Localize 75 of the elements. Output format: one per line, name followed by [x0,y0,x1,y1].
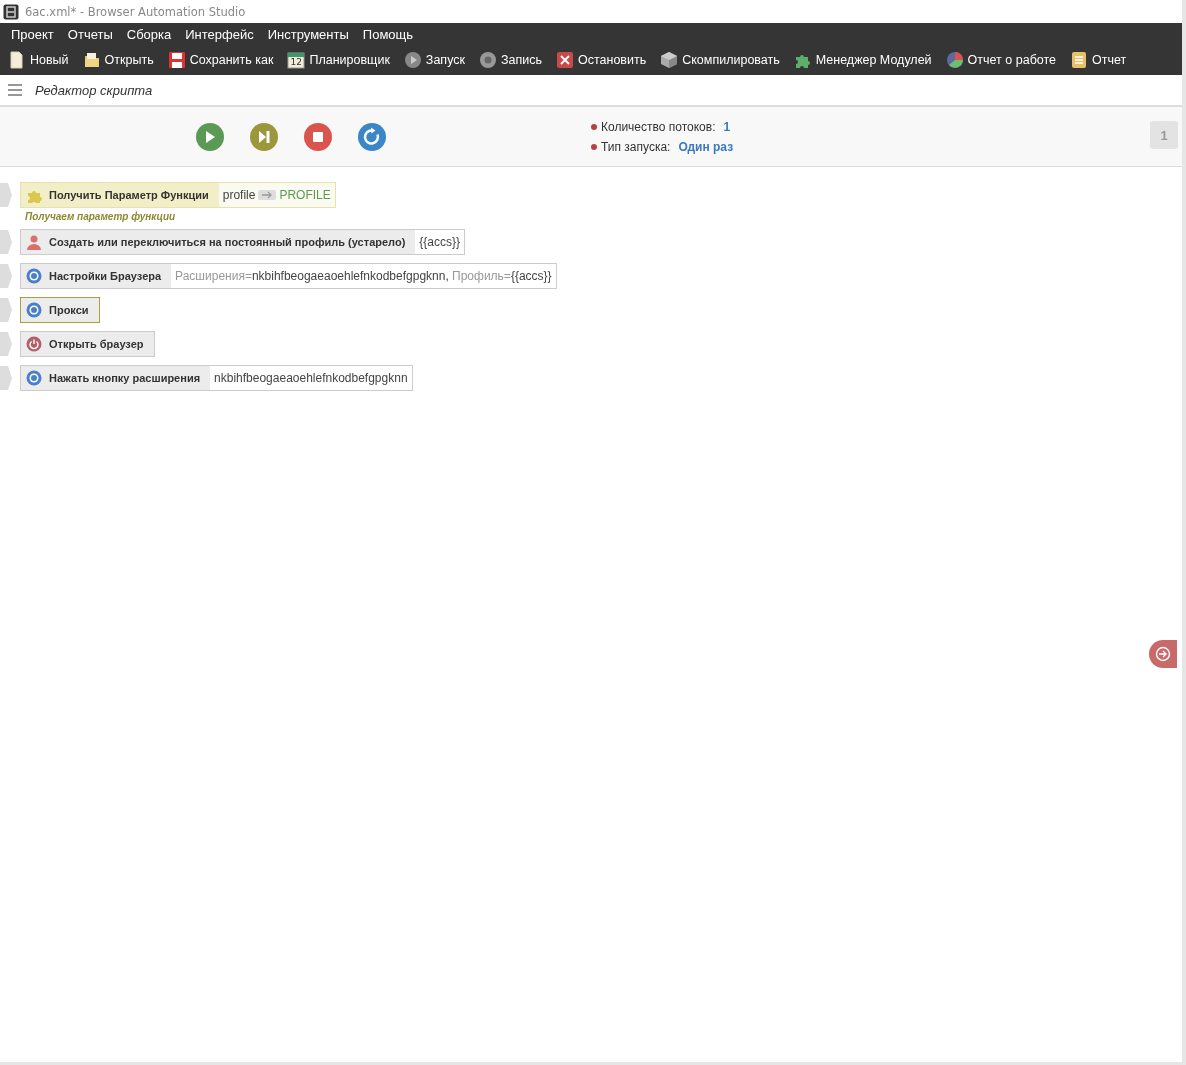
output-variable: PROFILE [279,188,331,202]
toolbar-button[interactable]: Отчет о работе [967,53,1056,67]
menu-item[interactable]: Интерфейс [178,26,261,42]
info-value[interactable]: Один раз [678,139,734,154]
action-block[interactable]: Создать или переключиться на постоянный профиль (устарело) {{accs}} [20,229,466,255]
cube-icon[interactable] [660,51,679,69]
folder-icon[interactable] [82,51,101,69]
info-value[interactable]: 1 [723,119,731,134]
toolbar-button[interactable]: Открыть [104,53,154,67]
drag-handle[interactable] [0,230,12,254]
action-name: Получить Параметр Функции [49,189,209,201]
restart-button[interactable] [358,122,386,151]
param-value: nkbihfbeogaeaoehlefnkodbefgpgknn [214,371,408,385]
play-icon[interactable] [403,51,422,69]
login-button[interactable] [1149,640,1177,668]
action-block[interactable]: Открыть браузер [20,331,155,357]
calendar-icon[interactable]: 12 [287,51,306,69]
toolbar-button[interactable]: Скомпилировать [682,53,780,67]
action-name: Создать или переключиться на постоянный профиль (устарело) [49,236,406,248]
circle-icon [26,268,42,284]
action-name: Открыть браузер [49,338,144,350]
menu-item[interactable]: Помощь [355,26,421,42]
action-block[interactable]: Прокси [20,297,100,323]
stop-button[interactable] [304,122,332,151]
toolbar-button[interactable]: Остановить [578,53,647,67]
power-icon [26,336,42,352]
info-label: Тип запуска: [601,139,671,154]
toolbar-button[interactable]: Менеджер Модулей [815,53,932,67]
toolbar-button[interactable]: Запуск [425,53,465,67]
action-block[interactable]: Получить Параметр Функции profile PROFILE [20,182,336,208]
drag-handle[interactable] [0,332,12,356]
play-button[interactable] [196,122,224,151]
drag-handle[interactable] [0,264,12,288]
app-icon [3,3,19,20]
editor-title: Редактор скрипта [35,82,153,98]
menu-item[interactable]: Проект [4,26,61,42]
menu-item[interactable]: Сборка [119,26,179,42]
toolbar-button[interactable]: Запись [500,53,542,67]
param-value: {{accs}} [510,269,552,283]
action-block[interactable]: Настройки Браузера Расширения=nkbihfbeogaeaoehlefnkodbefgpgknn, Профиль={{accs}} [20,263,557,289]
record-icon[interactable] [478,51,497,69]
toolbar-button[interactable]: Сохранить как [189,53,274,67]
menu-item[interactable]: Отчеты [60,26,120,42]
action-name: Настройки Браузера [49,270,162,282]
bullet-icon [591,123,597,130]
param-label: Профиль= [451,269,511,283]
action-name: Нажать кнопку расширения [49,372,201,384]
toolbar-button[interactable]: Планировщик [309,53,390,67]
document-icon[interactable] [1070,51,1088,69]
circle-icon [26,302,42,318]
param-value: {{accs}} [419,235,461,249]
window-title: 6ac.xml* - Browser Automation Studio [25,4,246,19]
param-label: Расширения= [175,269,252,283]
floppy-icon[interactable] [167,51,186,69]
param-value: nkbihfbeogaeaoehlefnkodbefgpgknn, [251,269,449,283]
toolbar-button[interactable]: Отчет [1092,53,1127,67]
param-value: profile [222,188,256,202]
drag-handle[interactable] [0,183,12,207]
bullet-icon [591,143,597,150]
person-icon [26,234,42,250]
drag-handle[interactable] [0,366,12,390]
toolbar-button[interactable]: Новый [30,53,69,67]
drag-handle[interactable] [0,298,12,322]
circle-icon [26,370,42,386]
menu-icon[interactable] [8,83,22,97]
action-name: Прокси [49,304,89,316]
action-block[interactable]: Нажать кнопку расширения nkbihfbeogaeaoehlefnkodbefgpgknn [20,365,413,391]
pie-chart-icon[interactable] [945,51,964,69]
info-label: Количество потоков: [601,119,716,134]
close-icon[interactable] [556,51,574,69]
action-comment: Получаем параметр функции [25,211,177,222]
page-icon[interactable] [8,51,26,69]
login-icon[interactable] [1155,646,1171,662]
menu-item[interactable]: Инструменты [260,26,356,42]
step-button[interactable] [250,122,278,151]
